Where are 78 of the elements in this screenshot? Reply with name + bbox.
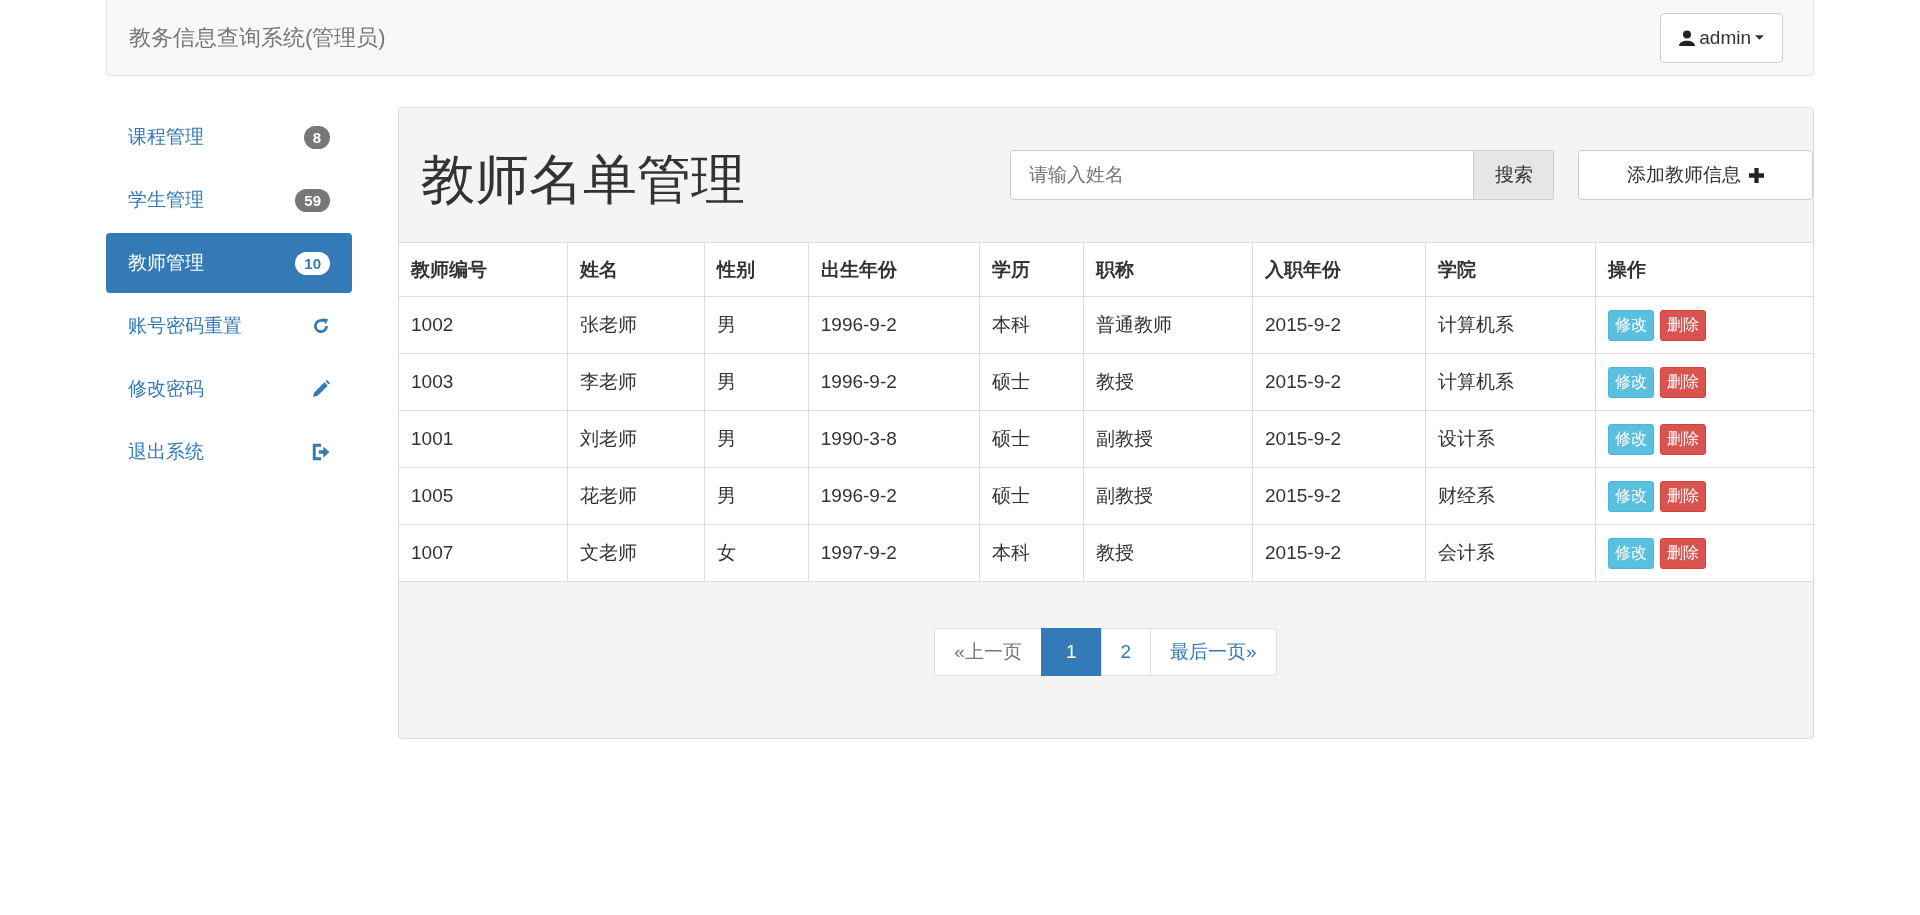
table-cell: 2015-9-2 bbox=[1252, 353, 1426, 411]
table-cell: 硕士 bbox=[979, 410, 1084, 468]
logout-icon bbox=[312, 443, 330, 461]
column-header: 学院 bbox=[1425, 242, 1596, 297]
refresh-icon bbox=[312, 317, 330, 335]
sidebar-item[interactable]: 教师管理 10 bbox=[106, 233, 352, 293]
add-teacher-button[interactable]: 添加教师信息 bbox=[1578, 150, 1813, 200]
table-cell: 2015-9-2 bbox=[1252, 296, 1426, 354]
sidebar-item[interactable]: 退出系统 bbox=[106, 422, 352, 482]
table-cell: 1996-9-2 bbox=[808, 296, 980, 354]
page-link[interactable]: 1 bbox=[1040, 628, 1102, 676]
table-cell: 硕士 bbox=[979, 467, 1084, 525]
table-cell: 硕士 bbox=[979, 353, 1084, 411]
column-header: 出生年份 bbox=[808, 242, 980, 297]
search-field[interactable]: 请输入姓名 bbox=[1010, 150, 1474, 200]
column-header: 入职年份 bbox=[1252, 242, 1426, 297]
column-header: 操作 bbox=[1595, 242, 1813, 297]
sidebar-item[interactable]: 账号密码重置 bbox=[106, 296, 352, 356]
table-cell: 教授 bbox=[1083, 524, 1253, 582]
column-header: 学历 bbox=[979, 242, 1084, 297]
table-cell: 男 bbox=[704, 296, 809, 354]
count-badge: 10 bbox=[295, 251, 330, 275]
table-cell: 男 bbox=[704, 353, 809, 411]
table-cell: 计算机系 bbox=[1425, 296, 1596, 354]
table-cell: 副教授 bbox=[1083, 410, 1253, 468]
delete-button[interactable]: 删除 bbox=[1660, 480, 1707, 512]
delete-button[interactable]: 删除 bbox=[1660, 423, 1707, 455]
delete-button[interactable]: 删除 bbox=[1660, 366, 1707, 398]
table-cell: 本科 bbox=[979, 296, 1084, 354]
table-cell: 教授 bbox=[1083, 353, 1253, 411]
table-cell: 花老师 bbox=[567, 467, 705, 525]
table-cell: 男 bbox=[704, 467, 809, 525]
table-cell: 1003 bbox=[399, 353, 568, 411]
column-header: 姓名 bbox=[567, 242, 705, 297]
brand-title[interactable]: 教务信息查询系统(管理员) bbox=[129, 22, 386, 53]
table-cell: 2015-9-2 bbox=[1252, 467, 1426, 525]
table-cell: 2015-9-2 bbox=[1252, 524, 1426, 582]
page-title: 教师名单管理 bbox=[421, 147, 745, 211]
table-cell: 男 bbox=[704, 410, 809, 468]
table-cell: 1001 bbox=[399, 410, 568, 468]
search-button[interactable]: 搜索 bbox=[1474, 150, 1554, 200]
sidebar-item[interactable]: 学生管理 59 bbox=[106, 170, 352, 230]
user-menu-button[interactable]: admin bbox=[1660, 12, 1783, 63]
delete-button[interactable]: 删除 bbox=[1660, 537, 1707, 569]
page-link[interactable]: 2 bbox=[1100, 628, 1152, 676]
table-cell: 女 bbox=[704, 524, 809, 582]
table-cell: 刘老师 bbox=[567, 410, 705, 468]
table-cell: 计算机系 bbox=[1425, 353, 1596, 411]
table-cell: 1996-9-2 bbox=[808, 467, 980, 525]
sidebar-item[interactable]: 课程管理 8 bbox=[106, 107, 352, 167]
table-cell: 会计系 bbox=[1425, 524, 1596, 582]
table-cell: 财经系 bbox=[1425, 467, 1596, 525]
table-cell: 1007 bbox=[399, 524, 568, 582]
count-badge: 59 bbox=[295, 188, 330, 212]
table-cell: 文老师 bbox=[567, 524, 705, 582]
count-badge: 8 bbox=[303, 125, 330, 149]
table-cell: 1002 bbox=[399, 296, 568, 354]
table-cell: 本科 bbox=[979, 524, 1084, 582]
table-cell: 张老师 bbox=[567, 296, 705, 354]
table-cell: 1997-9-2 bbox=[808, 524, 980, 582]
table-cell: 1996-9-2 bbox=[808, 353, 980, 411]
table-cell: 1990-3-8 bbox=[808, 410, 980, 468]
column-header: 职称 bbox=[1083, 242, 1253, 297]
page-link[interactable]: 最后一页» bbox=[1150, 628, 1277, 676]
table-cell: 设计系 bbox=[1425, 410, 1596, 468]
pencil-icon bbox=[312, 380, 330, 398]
column-header: 教师编号 bbox=[399, 242, 568, 297]
sidebar-item[interactable]: 修改密码 bbox=[106, 359, 352, 419]
table-cell: 普通教师 bbox=[1083, 296, 1253, 354]
table-cell: 2015-9-2 bbox=[1252, 410, 1426, 468]
column-header: 性别 bbox=[704, 242, 809, 297]
delete-button[interactable]: 删除 bbox=[1660, 309, 1707, 341]
user-icon bbox=[1679, 29, 1696, 46]
table-cell: 1005 bbox=[399, 467, 568, 525]
plus-icon bbox=[1749, 167, 1764, 183]
caret-icon bbox=[1755, 35, 1764, 40]
table-cell: 副教授 bbox=[1083, 467, 1253, 525]
table-cell: 李老师 bbox=[567, 353, 705, 411]
